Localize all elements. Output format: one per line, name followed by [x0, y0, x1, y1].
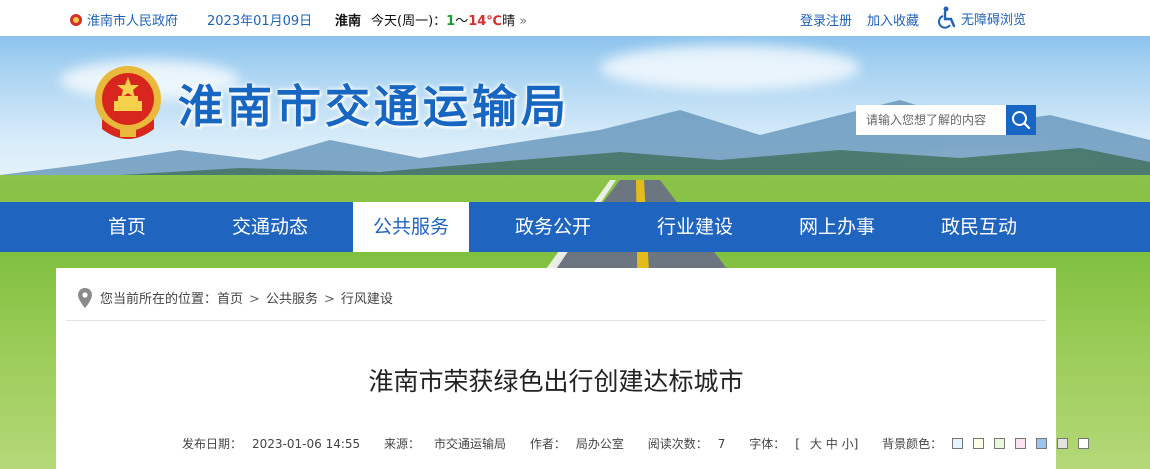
view-count: 阅读次数： 7 — [648, 437, 736, 451]
font-large-button[interactable]: 大 — [810, 437, 822, 451]
breadcrumb-conduct[interactable]: 行风建设 — [341, 292, 393, 307]
view-count-label: 阅读次数： — [647, 437, 708, 451]
article-meta: 发布日期： 2023-01-06 14:55 来源： 市交通运输局 作者： 局办公室 … — [182, 435, 1119, 452]
font-size-control: 字体： [ 大 中 小] — [749, 437, 868, 451]
breadcrumb-home[interactable]: 首页 — [217, 292, 243, 307]
publish-date-label: 发布日期： — [182, 437, 243, 451]
temp-separator: ～ — [455, 14, 469, 29]
login-register-link[interactable]: 登录注册 — [800, 10, 852, 29]
wheelchair-icon — [938, 6, 956, 29]
font-bracket-close: ] — [853, 437, 859, 451]
gov-portal-label: 淮南市人民政府 — [87, 14, 179, 29]
bg-color-swatch[interactable] — [952, 438, 964, 449]
breadcrumb-separator: > — [249, 292, 260, 307]
bg-color-swatches — [952, 437, 1099, 451]
accessibility-link[interactable]: 无障碍浏览 — [937, 6, 1026, 30]
current-date: 2023年01月09日 — [207, 14, 313, 29]
source-label: 来源： — [383, 437, 420, 451]
bg-color-swatch[interactable] — [1015, 438, 1027, 449]
bg-color-swatch[interactable] — [1057, 438, 1069, 449]
add-favorite-link[interactable]: 加入收藏 — [867, 10, 919, 29]
weather-info: 今天(周一)：1～14℃晴 » — [371, 10, 527, 29]
author-label: 作者： — [529, 437, 566, 451]
accessibility-label: 无障碍浏览 — [961, 13, 1027, 28]
nav-industry[interactable]: 行业建设 — [635, 202, 755, 252]
bg-color-swatch[interactable] — [994, 438, 1006, 449]
bg-color-label: 背景颜色： — [882, 437, 943, 451]
nav-interaction[interactable]: 政民互动 — [919, 202, 1039, 252]
font-medium-button[interactable]: 中 — [826, 437, 838, 451]
location-pin-icon — [78, 288, 92, 308]
source-value: 市交通运输局 — [434, 437, 507, 451]
temp-low: 1 — [446, 14, 456, 29]
source: 来源： 市交通运输局 — [384, 437, 516, 451]
gov-portal-link[interactable]: 淮南市人民政府 — [70, 10, 178, 29]
emblem-small-icon — [70, 14, 82, 26]
search-box — [856, 105, 1036, 135]
article-panel: 您当前所在的位置：首页 > 公共服务 > 行风建设 淮南市荣获绿色出行创建达标城市 发布… — [56, 268, 1090, 469]
nav-traffic-news[interactable]: 交通动态 — [210, 202, 330, 252]
nav-online-service[interactable]: 网上办事 — [777, 202, 897, 252]
nav-public-service[interactable]: 公共服务 — [353, 202, 469, 252]
breadcrumb: 您当前所在的位置：首页 > 公共服务 > 行风建设 — [78, 288, 393, 308]
font-bracket-open: [ — [795, 437, 800, 451]
site-title: 淮南市交通运输局 — [178, 80, 571, 133]
bg-color-swatch[interactable] — [1078, 438, 1090, 449]
author: 作者： 局办公室 — [530, 437, 634, 451]
breadcrumb-divider — [66, 320, 1046, 321]
search-icon — [1012, 111, 1031, 130]
nav-government-affairs[interactable]: 政务公开 — [493, 202, 613, 252]
top-bar: 淮南市人民政府 2023年01月09日 淮南 今天(周一)：1～14℃晴 » 登… — [0, 0, 1150, 36]
main-nav: 首页 交通动态 公共服务 政务公开 行业建设 网上办事 政民互动 — [0, 202, 1150, 252]
bg-color-swatch[interactable] — [1036, 438, 1048, 449]
author-value: 局办公室 — [575, 437, 624, 451]
weather-prefix: 今天(周一)： — [371, 14, 447, 29]
breadcrumb-public-service[interactable]: 公共服务 — [266, 292, 318, 307]
weather-condition: 晴 — [502, 14, 516, 29]
national-emblem-icon — [95, 66, 161, 139]
background-color-control: 背景颜色： — [882, 437, 1109, 451]
breadcrumb-prefix: 您当前所在的位置： — [100, 292, 218, 307]
breadcrumb-separator: > — [323, 292, 335, 307]
font-small-button[interactable]: 小 — [842, 437, 854, 451]
weather-city: 淮南 — [335, 14, 362, 29]
bg-color-swatch[interactable] — [973, 438, 985, 449]
search-button[interactable] — [1006, 105, 1036, 135]
weather-more-icon[interactable]: » — [519, 14, 527, 29]
article-title: 淮南市荣获绿色出行创建达标城市 — [368, 367, 744, 396]
publish-date: 发布日期： 2023-01-06 14:55 — [182, 437, 370, 451]
font-size-label: 字体： — [749, 437, 786, 451]
view-count-value: 7 — [717, 437, 726, 451]
publish-date-value: 2023-01-06 14:55 — [252, 437, 361, 451]
search-input[interactable] — [856, 105, 1006, 135]
nav-home[interactable]: 首页 — [77, 202, 177, 252]
temp-high: 14℃ — [468, 14, 503, 29]
